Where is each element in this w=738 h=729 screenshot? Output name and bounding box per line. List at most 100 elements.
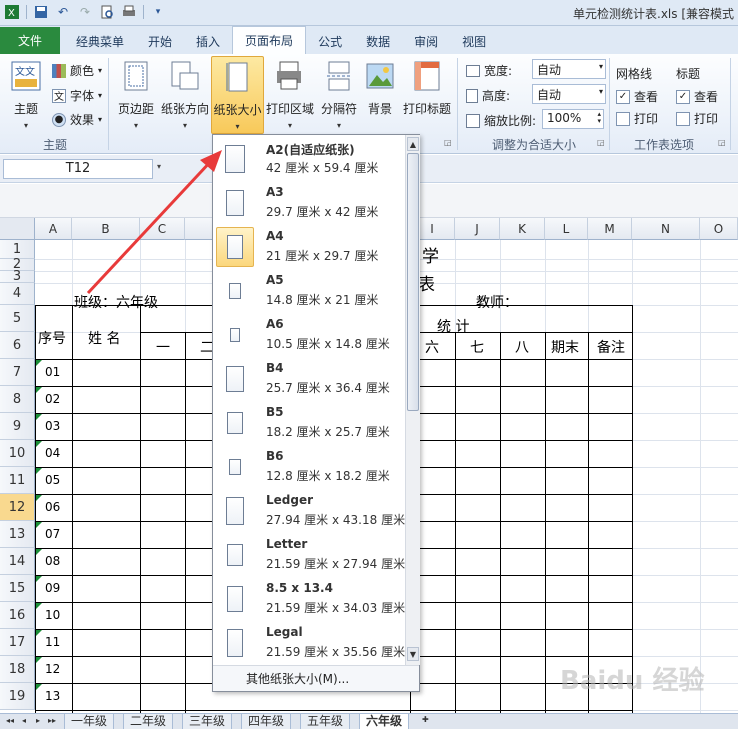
undo-icon[interactable]: ↶ (55, 4, 71, 20)
sheet-tab[interactable]: 一年级 (64, 714, 115, 729)
first-sheet-icon[interactable]: ◂◂ (6, 716, 14, 725)
row-header[interactable]: 9 (0, 413, 35, 440)
paper-size-option[interactable]: A4 21 厘米 x 29.7 厘米 (213, 225, 405, 269)
height-select[interactable]: 自动 ▾ (532, 84, 606, 104)
headings-print-checkbox[interactable]: 打印 (676, 110, 718, 127)
paper-size-option[interactable]: B4 25.7 厘米 x 36.4 厘米 (213, 357, 405, 401)
paper-size-option[interactable]: A3 29.7 厘米 x 42 厘米 (213, 181, 405, 225)
row-header[interactable]: 17 (0, 629, 35, 656)
paper-size-option[interactable]: A5 14.8 厘米 x 21 厘米 (213, 269, 405, 313)
background-button[interactable]: 背景 (362, 56, 398, 134)
paper-size-option[interactable]: Letter 21.59 厘米 x 27.94 厘米 (213, 533, 405, 577)
column-header[interactable]: L (545, 218, 588, 240)
row-header[interactable]: 8 (0, 386, 35, 413)
height-label: 高度: (482, 89, 511, 103)
sheet-tab[interactable]: 四年级 (241, 714, 292, 729)
row-header[interactable]: 12 (0, 494, 35, 521)
tab-7[interactable]: 审阅 (402, 28, 450, 54)
select-all-corner[interactable] (0, 218, 35, 240)
row-header[interactable]: 7 (0, 359, 35, 386)
tab-4[interactable]: 页面布局 (232, 26, 307, 54)
dialog-launcher-icon[interactable]: ◲ (597, 138, 605, 147)
sheet-tab[interactable]: 二年级 (123, 714, 174, 729)
paper-size-option[interactable]: B6 12.8 厘米 x 18.2 厘米 (213, 445, 405, 489)
paper-size-dropdown: ▲ ▼ 其他纸张大小(M)... A2(自适应纸张) 42 厘米 x 59.4 厘… (212, 134, 420, 692)
excel-logo-icon[interactable]: X (4, 4, 20, 20)
row-header[interactable]: 10 (0, 440, 35, 467)
print-preview-icon[interactable] (99, 4, 115, 20)
orientation-button[interactable]: 纸张方向 ▾ (160, 56, 210, 134)
row-header[interactable]: 19 (0, 683, 35, 710)
column-header[interactable]: J (455, 218, 500, 240)
tab-1[interactable]: 经典菜单 (64, 28, 136, 54)
row-header[interactable]: 16 (0, 602, 35, 629)
row-header[interactable]: 6 (0, 332, 35, 359)
row-header[interactable]: 4 (0, 283, 35, 305)
paper-size-button[interactable]: 纸张大小 ▾ (211, 56, 264, 134)
tab-8[interactable]: 视图 (450, 28, 498, 54)
dialog-launcher-icon[interactable]: ◲ (718, 138, 726, 147)
dialog-launcher-icon[interactable]: ◲ (444, 138, 452, 147)
next-sheet-icon[interactable]: ▸ (36, 716, 40, 725)
tab-5[interactable]: 公式 (306, 28, 354, 54)
column-header[interactable]: C (140, 218, 185, 240)
headings-view-checkbox[interactable]: ✓ 查看 (676, 88, 718, 105)
column-header[interactable]: A (35, 218, 72, 240)
gridlines-print-checkbox[interactable]: 打印 (616, 110, 658, 127)
row-header[interactable]: 5 (0, 305, 35, 332)
scrollbar-thumb[interactable] (407, 153, 419, 411)
row-header[interactable]: 13 (0, 521, 35, 548)
prev-sheet-icon[interactable]: ◂ (22, 716, 26, 725)
row-header[interactable]: 18 (0, 656, 35, 683)
row-header[interactable]: 3 (0, 269, 35, 284)
stats-header: 统 计 (437, 319, 470, 335)
paper-size-option[interactable]: 8.5 x 13.4 21.59 厘米 x 34.03 厘米 (213, 577, 405, 621)
insert-sheet-icon[interactable]: ✚ (422, 715, 429, 724)
paper-size-option[interactable]: Legal 21.59 厘米 x 35.56 厘米 (213, 621, 405, 665)
more-paper-sizes-item[interactable]: 其他纸张大小(M)... (213, 665, 419, 691)
breaks-button[interactable]: 分隔符 ▾ (318, 56, 360, 134)
column-header[interactable]: B (72, 218, 140, 240)
gridlines-view-checkbox[interactable]: ✓ 查看 (616, 88, 658, 105)
chevron-down-icon[interactable]: ▾ (157, 162, 161, 171)
scale-spinner[interactable]: 100% ▴ ▾ (542, 109, 604, 129)
scroll-up-icon[interactable]: ▲ (407, 137, 419, 151)
last-sheet-icon[interactable]: ▸▸ (48, 716, 56, 725)
sheet-tab[interactable]: 六年级 (359, 714, 410, 729)
tab-0[interactable]: 文件 (0, 27, 60, 54)
themes-button[interactable]: 文文 主题 ▾ (4, 56, 48, 134)
row-header[interactable]: 11 (0, 467, 35, 494)
theme-effects-button[interactable]: ● 效果 ▾ (52, 111, 102, 128)
column-header[interactable]: O (700, 218, 738, 240)
redo-icon[interactable]: ↷ (77, 4, 93, 20)
print-area-button[interactable]: 打印区域 ▾ (266, 56, 314, 134)
theme-colors-button[interactable]: 颜色 ▾ (52, 62, 102, 79)
print-icon[interactable] (121, 4, 137, 20)
column-header[interactable]: N (632, 218, 700, 240)
margins-button[interactable]: 页边距 ▾ (114, 56, 158, 134)
save-icon[interactable] (33, 4, 49, 20)
tab-6[interactable]: 数据 (354, 28, 402, 54)
name-box[interactable]: T12 (3, 159, 153, 179)
width-select[interactable]: 自动 ▾ (532, 59, 606, 79)
sheet-tab[interactable]: 三年级 (182, 714, 233, 729)
scroll-down-icon[interactable]: ▼ (407, 647, 419, 661)
paper-size-option[interactable]: A6 10.5 厘米 x 14.8 厘米 (213, 313, 405, 357)
row-header[interactable]: 14 (0, 548, 35, 575)
column-header[interactable]: K (500, 218, 545, 240)
paper-name: B6 (266, 449, 284, 463)
row-header[interactable]: 15 (0, 575, 35, 602)
dropdown-scrollbar[interactable]: ▲ ▼ (405, 135, 420, 665)
tab-3[interactable]: 插入 (184, 28, 232, 54)
column-header[interactable]: M (588, 218, 632, 240)
theme-fonts-button[interactable]: 文字体 ▾ (52, 87, 102, 104)
paper-size-option[interactable]: A2(自适应纸张) 42 厘米 x 59.4 厘米 (213, 137, 405, 181)
tab-2[interactable]: 开始 (136, 28, 184, 54)
paper-size-option[interactable]: B5 18.2 厘米 x 25.7 厘米 (213, 401, 405, 445)
paper-size-option[interactable]: Ledger 27.94 厘米 x 43.18 厘米 (213, 489, 405, 533)
sheet-tab[interactable]: 五年级 (300, 714, 351, 729)
qat-separator (143, 5, 144, 19)
unit-header: 期末 (551, 340, 579, 356)
customize-qat-icon[interactable]: ▾ (150, 4, 166, 20)
print-titles-button[interactable]: 打印标题 (401, 56, 453, 134)
